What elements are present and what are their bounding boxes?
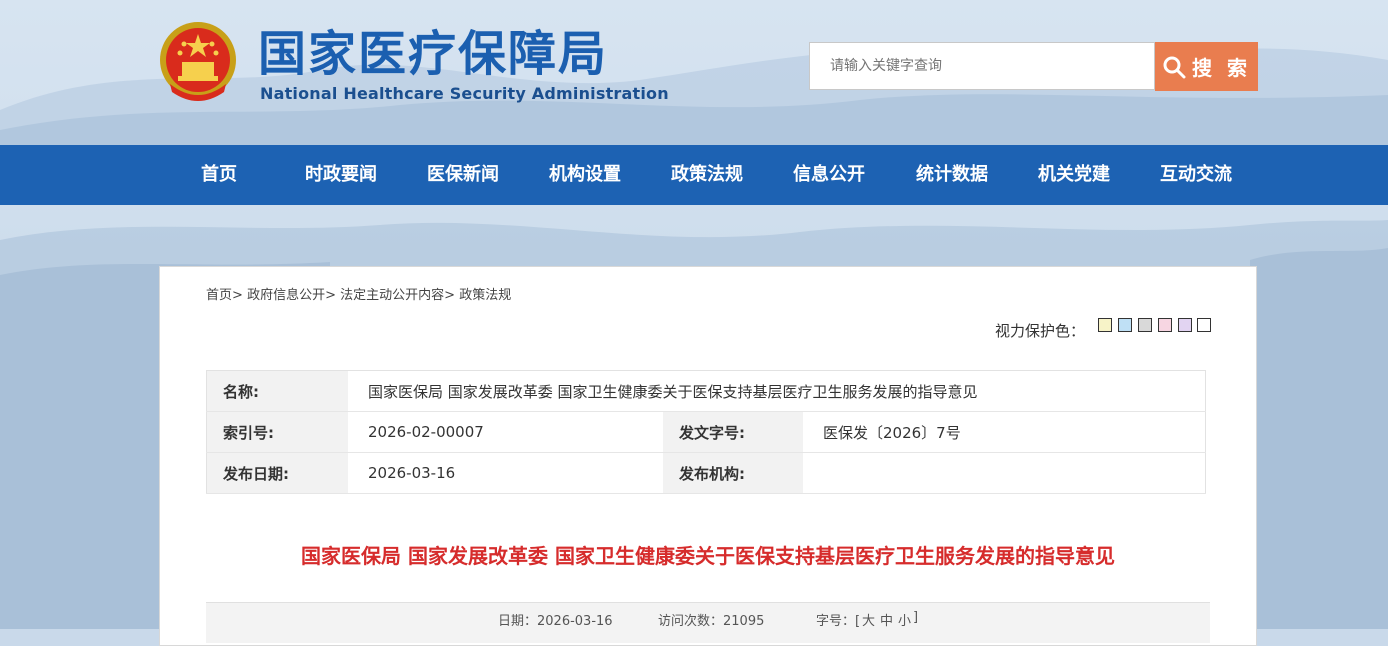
search-button-label: 搜 索 <box>1192 56 1251 80</box>
font-size-label: 字号：[ <box>816 614 861 629</box>
article-meta-bar: 日期：2026-03-16 访问次数：21095 字号：[ 大 中 小 ] <box>206 602 1210 643</box>
font-size-close-bracket: ] <box>913 610 919 625</box>
article-date: 日期：2026-03-16 <box>498 614 613 629</box>
visit-count: 访问次数：21095 <box>658 614 765 629</box>
doc-number-label: 发文字号: <box>663 411 803 453</box>
font-size-small[interactable]: 小 <box>898 610 911 629</box>
national-emblem-icon[interactable] <box>158 20 238 106</box>
search-button[interactable]: 搜 索 <box>1155 42 1258 91</box>
eye-color-swatch-gray[interactable] <box>1138 318 1152 332</box>
publisher-value <box>803 452 1206 494</box>
index-label: 索引号: <box>206 411 348 453</box>
site-title: 国家医疗保障局 <box>258 26 609 82</box>
nav-item-party-building[interactable]: 机关党建 <box>1038 145 1110 205</box>
main-nav: 首页 时政要闻 医保新闻 机构设置 政策法规 信息公开 统计数据 机关党建 互动… <box>0 145 1388 205</box>
breadcrumb-disclosure-content[interactable]: 法定主动公开内容 <box>340 288 444 303</box>
publisher-label: 发布机构: <box>663 452 803 494</box>
article-title: 国家医保局 国家发展改革委 国家卫生健康委关于医保支持基层医疗卫生服务发展的指导… <box>301 544 1115 568</box>
nav-item-policies[interactable]: 政策法规 <box>671 145 743 205</box>
eye-color-swatch-pink[interactable] <box>1158 318 1172 332</box>
nav-item-info-disclosure[interactable]: 信息公开 <box>793 145 865 205</box>
breadcrumb: 首页> 政府信息公开> 法定主动公开内容> 政策法规 <box>206 284 511 303</box>
breadcrumb-separator: > <box>232 288 243 303</box>
nav-item-interaction[interactable]: 互动交流 <box>1160 145 1232 205</box>
font-size-medium[interactable]: 中 <box>880 610 893 629</box>
eye-color-swatch-purple[interactable] <box>1178 318 1192 332</box>
nav-item-statistics[interactable]: 统计数据 <box>916 145 988 205</box>
breadcrumb-policies[interactable]: 政策法规 <box>459 288 511 303</box>
font-size-large[interactable]: 大 <box>862 610 875 629</box>
breadcrumb-separator: > <box>444 288 456 303</box>
breadcrumb-separator: > <box>325 288 336 303</box>
nav-item-organization[interactable]: 机构设置 <box>549 145 621 205</box>
publish-date-value: 2026-03-16 <box>348 452 663 494</box>
publish-date-label: 发布日期: <box>206 452 348 494</box>
nav-item-home[interactable]: 首页 <box>201 145 237 205</box>
table-row: 索引号: 2026-02-00007 发文字号: 医保发〔2026〕7号 <box>206 411 1206 453</box>
breadcrumb-home[interactable]: 首页 <box>206 288 232 303</box>
search-icon <box>1163 56 1186 78</box>
name-label: 名称: <box>206 370 348 412</box>
eye-color-swatch-white[interactable] <box>1197 318 1211 332</box>
table-row: 名称: 国家医保局 国家发展改革委 国家卫生健康委关于医保支持基层医疗卫生服务发… <box>206 370 1206 412</box>
name-value: 国家医保局 国家发展改革委 国家卫生健康委关于医保支持基层医疗卫生服务发展的指导… <box>348 370 1206 412</box>
eye-color-swatch-blue[interactable] <box>1118 318 1132 332</box>
doc-number-value: 医保发〔2026〕7号 <box>803 411 1206 453</box>
site-subtitle: National Healthcare Security Administrat… <box>260 84 669 103</box>
eye-protection-label: 视力保护色： <box>995 322 1086 340</box>
document-info-table: 名称: 国家医保局 国家发展改革委 国家卫生健康委关于医保支持基层医疗卫生服务发… <box>206 370 1206 494</box>
nav-item-healthcare-news[interactable]: 医保新闻 <box>427 145 499 205</box>
nav-item-current-affairs[interactable]: 时政要闻 <box>305 145 377 205</box>
index-value: 2026-02-00007 <box>348 411 663 453</box>
eye-color-swatch-yellow[interactable] <box>1098 318 1112 332</box>
site-header: 国家医疗保障局 National Healthcare Security Adm… <box>0 0 1388 145</box>
breadcrumb-gov-info[interactable]: 政府信息公开 <box>247 288 325 303</box>
table-row: 发布日期: 2026-03-16 发布机构: <box>206 452 1206 494</box>
search-input[interactable] <box>809 42 1155 90</box>
